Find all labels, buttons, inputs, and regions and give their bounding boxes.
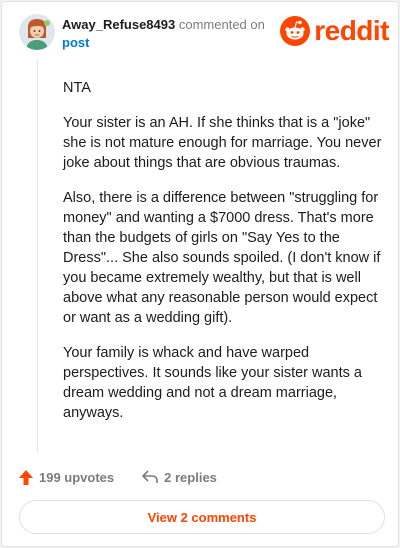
reply-arrow-icon bbox=[142, 470, 158, 483]
reddit-wordmark: reddit bbox=[314, 15, 389, 46]
avatar[interactable] bbox=[19, 14, 55, 50]
thread-line[interactable] bbox=[37, 60, 38, 452]
replies-count: 2 replies bbox=[164, 469, 217, 485]
user-line: Away_Refuse8493 commented on bbox=[62, 17, 265, 33]
reddit-snoo-icon bbox=[280, 16, 311, 46]
comment-body: NTA Your sister is an AH. If she thinks … bbox=[63, 78, 393, 438]
commented-on-label: commented on bbox=[178, 17, 265, 32]
username[interactable]: Away_Refuse8493 bbox=[62, 17, 175, 32]
comment-paragraph: Your family is whack and have warped per… bbox=[63, 345, 362, 421]
replies-button[interactable]: 2 replies bbox=[142, 470, 217, 485]
comment-paragraph: Your sister is an AH. If she thinks that… bbox=[63, 115, 382, 171]
upvote-button[interactable]: 199 upvotes bbox=[19, 469, 115, 485]
comment-header: Away_Refuse8493 commented on post reddit bbox=[19, 12, 389, 56]
upvote-count: 199 upvotes bbox=[39, 469, 115, 485]
reddit-logo: reddit bbox=[280, 16, 389, 46]
post-link[interactable]: post bbox=[62, 35, 89, 50]
view-comments-button[interactable]: View 2 comments bbox=[19, 500, 385, 534]
comment-paragraph: NTA bbox=[63, 80, 91, 96]
comment-paragraph: Also, there is a difference between "str… bbox=[63, 190, 381, 326]
upvote-arrow-icon bbox=[19, 469, 33, 485]
comment-actions: 199 upvotes 2 replies bbox=[19, 467, 245, 487]
user-avatar-icon bbox=[19, 14, 55, 50]
comment-card: Away_Refuse8493 commented on post reddit… bbox=[1, 1, 399, 547]
